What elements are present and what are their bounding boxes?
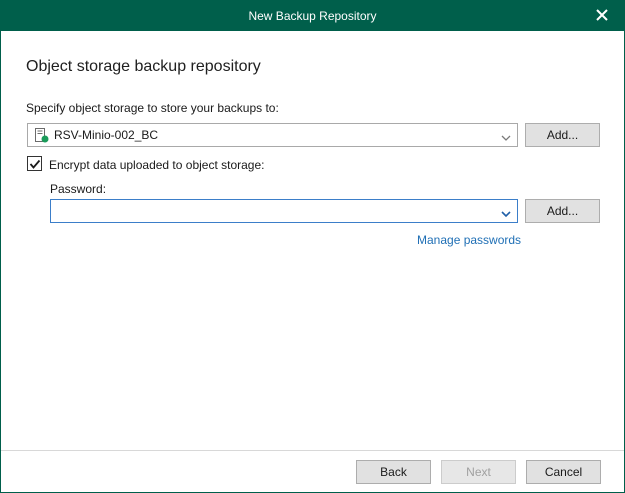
chevron-down-icon (501, 207, 511, 218)
add-password-button[interactable]: Add... (525, 199, 600, 223)
chevron-down-icon (501, 131, 511, 141)
back-button[interactable]: Back (356, 460, 431, 484)
add-storage-button[interactable]: Add... (525, 123, 600, 147)
window-title: New Backup Repository (248, 9, 377, 23)
object-storage-select[interactable]: RSV-Minio-002_BC (27, 123, 518, 147)
close-icon[interactable] (594, 7, 610, 23)
password-label: Password: (50, 182, 107, 196)
cancel-button[interactable]: Cancel (526, 460, 601, 484)
title-bar: New Backup Repository (1, 1, 624, 31)
object-storage-icon (35, 128, 49, 143)
footer-divider (1, 450, 624, 451)
encrypt-label: Encrypt data uploaded to object storage: (49, 158, 265, 172)
object-storage-value: RSV-Minio-002_BC (54, 128, 159, 142)
manage-passwords-link[interactable]: Manage passwords (417, 233, 521, 247)
dialog-window: New Backup Repository Object storage bac… (0, 0, 625, 493)
checkmark-icon (29, 159, 41, 169)
encrypt-checkbox[interactable] (27, 156, 42, 171)
next-button[interactable]: Next (441, 460, 516, 484)
password-select[interactable] (50, 199, 518, 223)
page-title: Object storage backup repository (26, 58, 261, 75)
storage-label: Specify object storage to store your bac… (26, 101, 279, 115)
